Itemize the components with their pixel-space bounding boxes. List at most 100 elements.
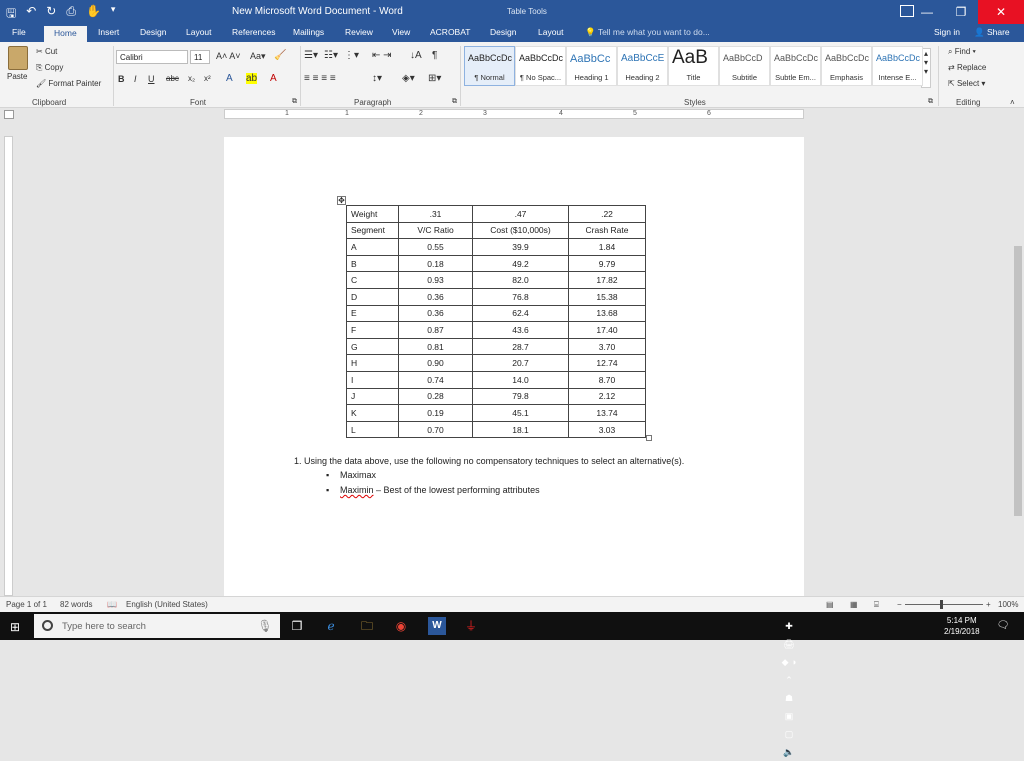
print-layout-icon[interactable]: ▦ [850,600,858,609]
sort-icon[interactable]: ↓A [410,50,422,61]
table-cell[interactable]: 0.90 [398,354,473,372]
tab-acrobat[interactable]: ACROBAT [430,27,470,37]
bullets-icon[interactable]: ☰▾ [304,50,318,61]
table-cell[interactable]: 43.6 [472,321,569,339]
subscript-icon[interactable]: x₂ [188,74,195,83]
style-tile[interactable]: AaBbCcD Subtitle [719,46,770,86]
multilevel-list-icon[interactable]: ⋮▾ [344,50,359,61]
line-spacing-icon[interactable]: ↕▾ [372,73,382,84]
style-tile[interactable]: AaBbCc Heading 1 [566,46,617,86]
style-tile[interactable]: AaBbCcDc ¶ Normal [464,46,515,86]
zoom-in-icon[interactable]: + [986,600,991,609]
italic-icon[interactable]: I [134,74,137,84]
paste-icon[interactable] [8,46,28,70]
table-cell[interactable]: 0.70 [398,420,473,439]
collapse-ribbon-icon[interactable]: ˄ [1010,98,1015,107]
table-cell[interactable]: 2.12 [568,387,646,406]
tab-view[interactable]: View [392,27,410,37]
table-cell[interactable]: 18.1 [472,420,569,439]
proofing-icon[interactable]: 📖 [107,600,117,609]
style-tile[interactable]: AaBbCcDc Emphasis [821,46,872,86]
read-mode-icon[interactable]: ▤ [826,600,834,609]
table-cell[interactable]: 20.7 [472,354,569,372]
copy-button[interactable]: ⎘ Copy [36,63,63,73]
tab-table-layout[interactable]: Layout [538,27,564,37]
minimize-icon[interactable]: — [910,0,944,24]
table-cell[interactable]: 1.84 [568,238,646,256]
grow-font-icon[interactable]: A˄ A˅ [216,51,241,61]
table-cell[interactable]: 0.18 [398,254,473,273]
select-button[interactable]: ⇱ Select ▾ [948,79,985,88]
task-view-icon[interactable]: ❒ [288,617,306,635]
table-cell[interactable]: 12.74 [568,354,646,372]
zoom-slider-thumb[interactable] [940,600,943,609]
table-cell[interactable]: 0.36 [398,304,473,323]
redo-icon[interactable]: ↻ [46,4,56,25]
change-case-icon[interactable]: Aa▾ [250,51,266,62]
style-tile[interactable]: AaBbCcDc Subtle Em... [770,46,821,86]
font-size-box[interactable]: 11 [190,50,210,64]
notifications-icon[interactable]: 🗨 [994,617,1012,635]
table-cell[interactable]: 0.74 [398,370,473,389]
format-painter-button[interactable]: 🖌 Format Painter [36,79,101,88]
save-icon[interactable]: 🖫 [6,4,16,25]
table-cell[interactable]: 8.70 [568,370,646,389]
windows-start-icon[interactable]: ⊞ [10,620,20,634]
table-cell[interactable]: .22 [568,205,646,223]
zoom-out-icon[interactable]: − [897,600,902,609]
table-cell[interactable]: K [346,404,399,422]
tab-layout[interactable]: Layout [186,27,212,37]
zoom-slider[interactable] [905,604,983,605]
table-cell[interactable]: .31 [398,205,473,223]
style-tile[interactable]: AaBbCcE Heading 2 [617,46,668,86]
touch-mode-icon[interactable]: ✋ [86,4,101,25]
table-cell[interactable]: E [346,304,399,323]
zoom-level[interactable]: 100% [998,600,1018,609]
table-cell[interactable]: 76.8 [472,287,569,306]
strikethrough-icon[interactable]: abc [166,74,179,83]
table-cell[interactable]: 0.55 [398,238,473,256]
chrome-icon[interactable]: ◉ [392,617,410,635]
styles-dialog-launcher-icon[interactable]: ⧉ [928,98,933,106]
clock[interactable]: 5:14 PM 2/19/2018 [944,615,980,637]
style-tile[interactable]: AaB Title [668,46,719,86]
paragraph-dialog-launcher-icon[interactable]: ⧉ [452,98,457,106]
clear-formatting-icon[interactable]: 🧹 [274,50,286,61]
table-cell[interactable]: 17.40 [568,321,646,339]
style-tile[interactable]: AaBbCcDc Intense E... [872,46,923,86]
share-button[interactable]: 👤 Share [974,27,1010,38]
data-table[interactable]: Weight .31.47.22 Segment V/C Ratio Cost ($10… [346,205,646,439]
table-cell[interactable]: Segment [346,221,399,240]
tell-me-box[interactable]: 💡 Tell me what you want to do... [585,27,710,38]
tab-file[interactable]: File [12,27,26,37]
table-cell[interactable]: D [346,287,399,306]
sign-in-link[interactable]: Sign in [934,27,960,37]
highlight-icon[interactable]: ab [246,73,258,84]
edge-icon[interactable]: ℯ [322,617,340,635]
tab-insert[interactable]: Insert [98,27,119,37]
table-cell[interactable]: F [346,321,399,339]
align-icons[interactable]: ≡ ≡ ≡ ≡ [304,73,336,84]
table-cell[interactable]: 13.74 [568,404,646,422]
table-cell[interactable]: 79.8 [472,387,569,406]
table-cell[interactable]: 45.1 [472,404,569,422]
microphone-icon[interactable]: 🎙 [256,617,274,635]
text-effects-icon[interactable]: A [226,73,233,84]
page-count[interactable]: Page 1 of 1 [6,600,47,609]
table-cell[interactable]: 0.81 [398,337,473,356]
find-button[interactable]: ⌕ Find ▾ [948,47,976,57]
font-dialog-launcher-icon[interactable]: ⧉ [292,98,297,106]
style-tile[interactable]: AaBbCcDc ¶ No Spac... [515,46,566,86]
table-cell[interactable]: A [346,238,399,256]
table-resize-handle[interactable] [646,435,652,441]
horizontal-ruler[interactable]: 1 1 2 3 4 5 6 [224,109,804,119]
restore-icon[interactable]: ❐ [944,0,978,24]
word-count[interactable]: 82 words [60,600,92,609]
undo-icon[interactable]: ↶ [26,4,36,25]
table-cell[interactable]: 0.28 [398,387,473,406]
tab-home[interactable]: Home [44,26,87,42]
cut-button[interactable]: ✂ Cut [36,47,57,56]
table-cell[interactable]: 17.82 [568,271,646,289]
table-cell[interactable]: 82.0 [472,271,569,289]
tray-icons[interactable]: ✚ 🖨 ◆ ◑ ⌃ ☗ ▣ ▢ 🔈 [780,617,798,757]
